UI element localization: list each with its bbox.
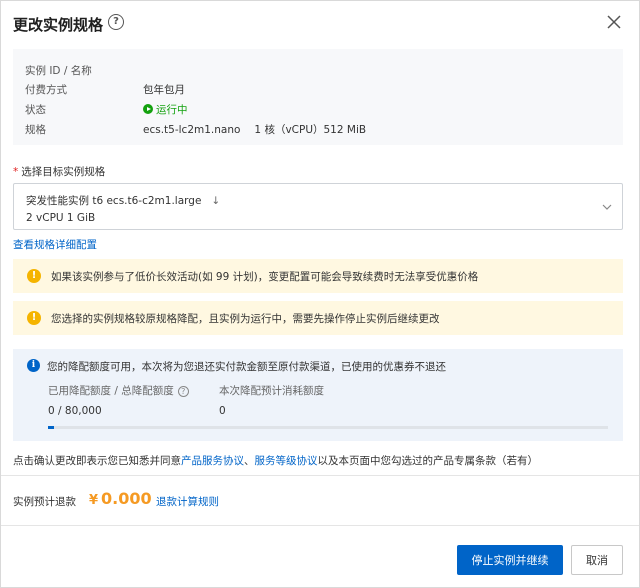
agreement-suffix: 以及本页面中您勾选过的产品专属条款（若有） (317, 455, 539, 467)
quota-value: 0 / 80,000 (48, 405, 102, 417)
down-arrow-icon: ↓ (211, 195, 221, 207)
info-value: 包年包月 (143, 84, 185, 96)
current-spec-detail: 1 核（vCPU）512 MiB (254, 124, 367, 136)
divider (1, 475, 639, 476)
quota-label-text: 已用降配额度 / 总降配额度 (48, 385, 174, 397)
help-icon[interactable]: ? (108, 14, 124, 30)
status-badge: 运行中 (143, 102, 188, 117)
refund-rule-link[interactable]: 退款计算规则 (156, 494, 219, 509)
warning-low-price: ! 如果该实例参与了低价长效活动(如 99 计划)，变更配置可能会导致续费时无法… (13, 259, 623, 293)
warning-icon: ! (27, 269, 41, 283)
quota-progress-bar (48, 426, 608, 429)
target-spec-label-text: 选择目标实例规格 (21, 166, 106, 178)
selected-spec-name: 突发性能实例 t6 ecs.t6-c2m1.large (26, 195, 202, 207)
info-label: 付费方式 (25, 84, 67, 96)
target-spec-label: * 选择目标实例规格 (13, 164, 105, 179)
info-label: 规格 (25, 124, 46, 136)
agreement-prefix: 点击确认更改即表示您已知悉并同意 (13, 455, 181, 467)
info-icon: i (27, 359, 40, 372)
quota-label: 已用降配额度 / 总降配额度? (48, 383, 189, 398)
status-text: 运行中 (156, 104, 188, 116)
warning-icon: ! (27, 311, 41, 325)
agreement-text: 点击确认更改即表示您已知悉并同意产品服务协议、服务等级协议以及本页面中您勾选过的… (13, 453, 538, 468)
refund-amount: ¥0.000 (89, 489, 152, 508)
agreement-separator: 、 (244, 455, 255, 467)
quota-progress-fill (48, 426, 54, 429)
refund-message: 您的降配额度可用，本次将为您退还实付款金额至原付款渠道，已使用的优惠券不退还 (47, 361, 446, 373)
change-spec-dialog: 更改实例规格 ? 实例 ID / 名称 付费方式 包年包月 状态 运行中 规格 … (0, 0, 640, 588)
help-icon[interactable]: ? (177, 386, 189, 397)
service-agreement-link[interactable]: 产品服务协议 (181, 455, 244, 467)
dialog-header: 更改实例规格 ? (1, 1, 639, 45)
running-icon (143, 104, 153, 114)
info-label: 状态 (25, 104, 46, 116)
consume-label: 本次降配预计消耗额度 (219, 385, 324, 397)
info-label: 实例 ID / 名称 (25, 65, 92, 77)
target-spec-select[interactable]: 突发性能实例 t6 ecs.t6-c2m1.large ↓ 2 vCPU 1 Gi… (13, 183, 623, 230)
warning-text: 您选择的实例规格较原规格降配，且实例为运行中，需要先操作停止实例后继续更改 (51, 313, 440, 325)
divider (1, 525, 639, 526)
warning-downgrade: ! 您选择的实例规格较原规格降配，且实例为运行中，需要先操作停止实例后继续更改 (13, 301, 623, 335)
spec-detail-link[interactable]: 查看规格详细配置 (13, 237, 97, 252)
selected-spec-line2: 2 vCPU 1 GiB (26, 212, 96, 224)
sla-link[interactable]: 服务等级协议 (255, 455, 318, 467)
dialog-title: 更改实例规格 (13, 16, 104, 34)
required-mark: * (13, 166, 19, 178)
selected-spec-line1: 突发性能实例 t6 ecs.t6-c2m1.large ↓ (26, 193, 220, 208)
refund-quota-panel: i 您的降配额度可用，本次将为您退还实付款金额至原付款渠道，已使用的优惠券不退还… (13, 349, 623, 441)
refund-estimate-label: 实例预计退款 (13, 496, 76, 508)
close-icon[interactable] (605, 13, 623, 31)
info-value: ecs.t5-lc2m1.nano 1 核（vCPU）512 MiB (143, 122, 366, 137)
instance-info-panel: 实例 ID / 名称 付费方式 包年包月 状态 运行中 规格 ecs.t5-lc… (13, 49, 623, 145)
stop-and-continue-button[interactable]: 停止实例并继续 (457, 545, 563, 575)
currency-symbol: ¥ (89, 493, 99, 508)
cancel-button[interactable]: 取消 (571, 545, 623, 575)
refund-amount-value: 0.000 (101, 489, 152, 508)
consume-value: 0 (219, 405, 226, 417)
warning-text: 如果该实例参与了低价长效活动(如 99 计划)，变更配置可能会导致续费时无法享受… (51, 271, 479, 283)
current-spec: ecs.t5-lc2m1.nano (143, 124, 241, 136)
chevron-down-icon (602, 204, 612, 210)
